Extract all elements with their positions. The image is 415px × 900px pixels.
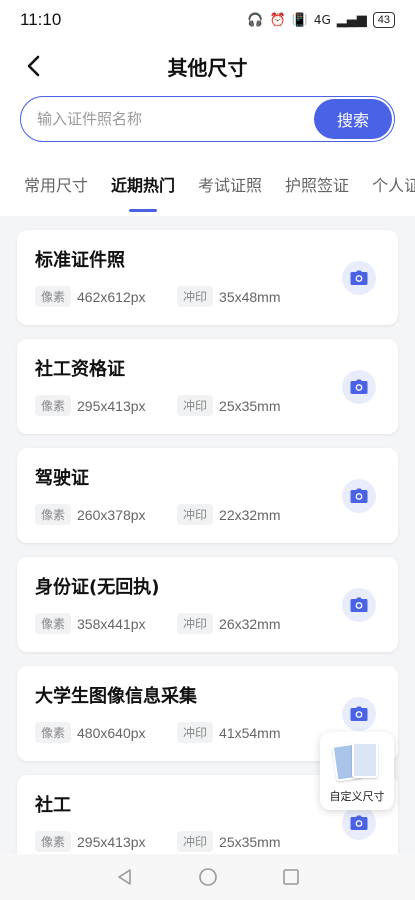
size-card[interactable]: 驾驶证 像素 260x378px 冲印 22x32mm xyxy=(17,448,398,543)
card-meta: 像素 480x640px 冲印 41x54mm xyxy=(35,722,311,743)
page-title: 其他尺寸 xyxy=(167,55,248,80)
size-card[interactable]: 身份证(无回执) 像素 358x441px 冲印 26x32mm xyxy=(17,557,398,652)
pixel-tag: 像素 xyxy=(35,613,72,634)
camera-icon xyxy=(350,379,368,394)
back-button[interactable] xyxy=(18,50,50,82)
header: 其他尺寸 xyxy=(0,40,415,92)
pixel-size: 358x441px xyxy=(77,615,146,632)
pixel-tag: 像素 xyxy=(35,395,72,416)
pixel-size: 295x413px xyxy=(77,397,146,414)
id-photos-icon xyxy=(331,740,382,784)
search-section: 搜索 xyxy=(0,92,415,152)
photo-thumbnail xyxy=(352,742,378,778)
print-tag: 冲印 xyxy=(177,613,214,634)
pixel-tag: 像素 xyxy=(35,504,72,525)
camera-icon xyxy=(350,706,368,721)
pixel-size: 260x378px xyxy=(77,506,146,523)
card-meta: 像素 358x441px 冲印 26x32mm xyxy=(35,613,311,634)
card-meta: 像素 295x413px 冲印 25x35mm xyxy=(35,831,311,852)
chevron-left-icon xyxy=(27,55,40,77)
custom-size-button[interactable]: 自定义尺寸 xyxy=(320,732,394,810)
status-icons: 🎧 ⏰ 📳 4G ▂▄▆ 43 xyxy=(247,12,395,28)
camera-icon xyxy=(350,815,368,830)
print-tag: 冲印 xyxy=(177,504,214,525)
camera-button[interactable] xyxy=(342,806,376,840)
headphones-icon: 🎧 xyxy=(247,12,264,28)
system-nav-bar xyxy=(0,854,415,900)
tab-common-sizes[interactable]: 常用尺寸 xyxy=(24,172,88,196)
camera-icon xyxy=(350,488,368,503)
search-box: 搜索 xyxy=(20,96,395,142)
print-tag: 冲印 xyxy=(177,722,214,743)
camera-icon xyxy=(350,597,368,612)
camera-button[interactable] xyxy=(342,479,376,513)
pixel-tag: 像素 xyxy=(35,286,72,307)
camera-button[interactable] xyxy=(342,370,376,404)
camera-button[interactable] xyxy=(342,261,376,295)
alarm-icon: ⏰ xyxy=(269,12,286,28)
camera-icon xyxy=(350,270,368,285)
category-tabs: 常用尺寸 近期热门 考试证照 护照签证 个人证照 xyxy=(0,152,415,216)
card-title: 身份证(无回执) xyxy=(35,577,160,598)
nav-home-icon[interactable] xyxy=(198,867,218,887)
print-size: 22x32mm xyxy=(219,506,281,523)
search-button[interactable]: 搜索 xyxy=(314,99,392,139)
card-title: 社工资格证 xyxy=(35,359,125,380)
nav-recents-icon[interactable] xyxy=(282,868,300,886)
status-bar: 11:10 🎧 ⏰ 📳 4G ▂▄▆ 43 xyxy=(0,0,415,40)
vibrate-icon: 📳 xyxy=(291,12,308,28)
card-meta: 像素 462x612px 冲印 35x48mm xyxy=(35,286,311,307)
print-tag: 冲印 xyxy=(177,831,214,852)
size-card[interactable]: 社工资格证 像素 295x413px 冲印 25x35mm xyxy=(17,339,398,434)
custom-size-label: 自定义尺寸 xyxy=(329,790,385,803)
status-time: 11:10 xyxy=(20,10,62,29)
card-meta: 像素 295x413px 冲印 25x35mm xyxy=(35,395,311,416)
print-size: 25x35mm xyxy=(219,833,281,850)
print-size: 35x48mm xyxy=(219,288,281,305)
camera-button[interactable] xyxy=(342,697,376,731)
print-tag: 冲印 xyxy=(177,286,214,307)
battery-level: 43 xyxy=(372,12,395,28)
nav-back-icon[interactable] xyxy=(116,868,134,886)
print-size: 41x54mm xyxy=(219,724,281,741)
network-type: 4G xyxy=(313,13,331,27)
pixel-tag: 像素 xyxy=(35,831,72,852)
pixel-size: 295x413px xyxy=(77,833,146,850)
tab-exam-photos[interactable]: 考试证照 xyxy=(198,172,262,196)
signal-icon: ▂▄▆ xyxy=(336,12,367,28)
pixel-tag: 像素 xyxy=(35,722,72,743)
tab-passport-visa[interactable]: 护照签证 xyxy=(285,172,349,196)
card-title: 大学生图像信息采集 xyxy=(35,686,197,707)
camera-button[interactable] xyxy=(342,588,376,622)
card-meta: 像素 260x378px 冲印 22x32mm xyxy=(35,504,311,525)
tab-recent-popular[interactable]: 近期热门 xyxy=(111,172,175,196)
tab-personal-photos[interactable]: 个人证照 xyxy=(372,172,415,196)
print-tag: 冲印 xyxy=(177,395,214,416)
print-size: 25x35mm xyxy=(219,397,281,414)
print-size: 26x32mm xyxy=(219,615,281,632)
pixel-size: 480x640px xyxy=(77,724,146,741)
card-title: 标准证件照 xyxy=(35,250,125,271)
pixel-size: 462x612px xyxy=(77,288,146,305)
card-title: 驾驶证 xyxy=(35,468,89,489)
size-card[interactable]: 标准证件照 像素 462x612px 冲印 35x48mm xyxy=(17,230,398,325)
